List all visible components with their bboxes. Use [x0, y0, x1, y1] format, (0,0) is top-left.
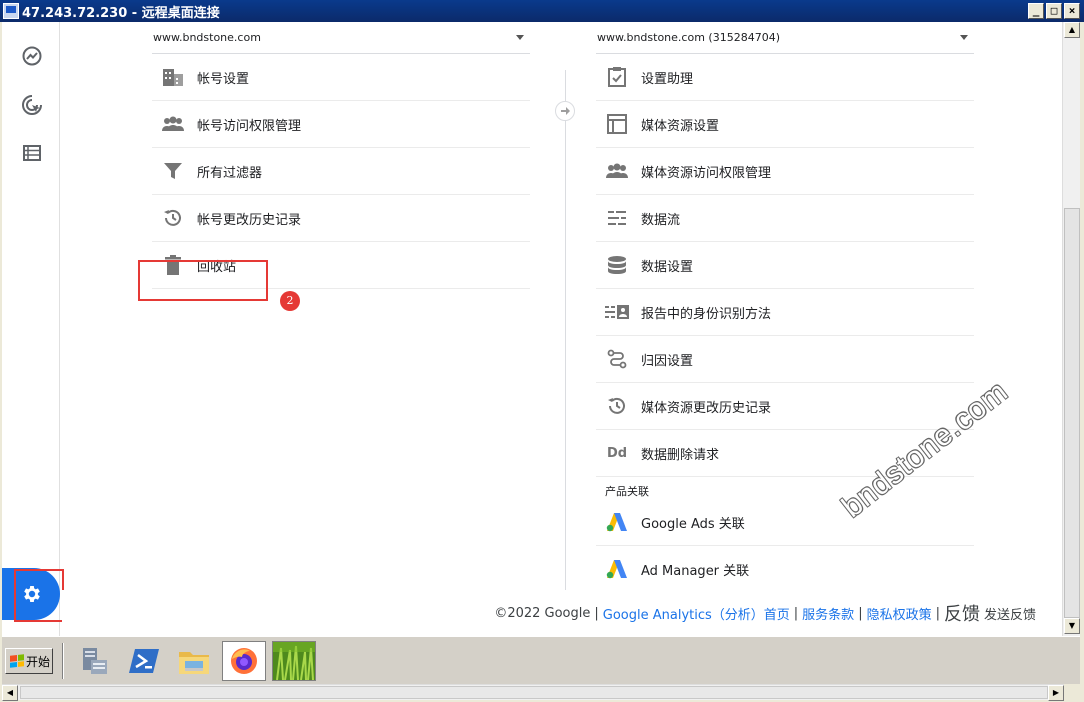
footer-separator: |	[594, 605, 599, 621]
annotation-box-1	[14, 569, 64, 622]
menu-item-ad-manager-link[interactable]: Ad Manager 关联	[596, 546, 974, 593]
reports-list-icon[interactable]	[20, 141, 44, 165]
terms-link[interactable]: 服务条款	[802, 604, 854, 623]
chevron-down-icon	[960, 35, 968, 40]
window-titlebar: 47.243.72.230 - 远程桌面连接 _ □ ×	[0, 0, 1084, 22]
privacy-link[interactable]: 隐私权政策	[867, 604, 932, 623]
remote-desktop-icon	[3, 3, 19, 19]
close-button[interactable]: ×	[1064, 3, 1080, 19]
advertising-icon[interactable]	[20, 93, 44, 117]
scrollbar-corner	[1064, 684, 1080, 700]
menu-item-label: 帐号访问权限管理	[197, 118, 302, 134]
checklist-icon	[605, 65, 629, 89]
menu-item-label: 设置助理	[641, 71, 694, 87]
browser-content: 1 www.bndstone.com 帐号设置 帐号访问权限管理 所有过滤器 帐…	[2, 22, 1062, 636]
annotation-box-2	[138, 260, 268, 301]
menu-item-attribution-settings[interactable]: 归因设置	[596, 336, 974, 383]
scroll-up-button[interactable]: ▲	[1064, 22, 1080, 38]
footer-separator: |	[793, 605, 799, 621]
property-selector-value: www.bndstone.com (315284704)	[597, 31, 780, 44]
database-icon	[605, 253, 629, 277]
server-manager-icon[interactable]	[72, 641, 116, 681]
nav-rail	[2, 22, 60, 636]
send-feedback-link[interactable]: 发送反馈	[984, 604, 1036, 623]
scroll-right-button[interactable]: ▶	[1048, 685, 1064, 701]
property-column: www.bndstone.com (315284704) 设置助理 媒体资源设置…	[596, 22, 974, 593]
menu-item-data-streams[interactable]: 数据流	[596, 195, 974, 242]
property-selector[interactable]: www.bndstone.com (315284704)	[596, 22, 974, 54]
analytics-home-link[interactable]: Google Analytics（分析）首页	[603, 604, 790, 623]
menu-item-account-settings[interactable]: 帐号设置	[152, 54, 530, 101]
footer-separator: |	[858, 605, 863, 621]
menu-item-reporting-identity[interactable]: 报告中的身份识别方法	[596, 289, 974, 336]
account-selector-value: www.bndstone.com	[153, 31, 261, 44]
footer-separator: |	[935, 605, 940, 621]
menu-item-all-filters[interactable]: 所有过滤器	[152, 148, 530, 195]
windows-flag-icon	[10, 654, 24, 668]
menu-item-label: 归因设置	[641, 353, 694, 369]
building-icon	[161, 65, 185, 89]
product-links-heading: 产品关联	[605, 485, 649, 498]
menu-item-setup-assistant[interactable]: 设置助理	[596, 54, 974, 101]
menu-item-account-access[interactable]: 帐号访问权限管理	[152, 101, 530, 148]
dd-icon: Dd	[606, 445, 628, 461]
taskbar-separator	[62, 643, 64, 679]
menu-item-property-access[interactable]: 媒体资源访问权限管理	[596, 148, 974, 195]
feedback-large-label[interactable]: 反馈	[944, 600, 980, 626]
menu-item-label: 媒体资源访问权限管理	[641, 165, 772, 181]
people-icon	[161, 112, 185, 136]
menu-item-property-history[interactable]: 媒体资源更改历史记录	[596, 383, 974, 430]
menu-item-label: 媒体资源设置	[641, 118, 720, 134]
scroll-left-button[interactable]: ◀	[2, 685, 18, 701]
menu-item-account-history[interactable]: 帐号更改历史记录	[152, 195, 530, 242]
menu-item-label: 数据流	[641, 212, 681, 228]
google-ads-icon	[605, 557, 629, 581]
annotation-badge-2: 2	[280, 291, 300, 311]
taskbar: 开始	[2, 636, 1080, 684]
window-icon	[605, 112, 629, 136]
menu-item-data-settings[interactable]: 数据设置	[596, 242, 974, 289]
arrow-right-icon	[555, 101, 575, 121]
menu-item-label: 报告中的身份识别方法	[641, 306, 772, 322]
scroll-thumb[interactable]	[1064, 208, 1080, 618]
menu-item-label: 帐号更改历史记录	[197, 212, 302, 228]
identity-icon	[605, 300, 629, 324]
start-button[interactable]: 开始	[5, 648, 53, 674]
menu-item-label: 数据设置	[641, 259, 694, 275]
chevron-down-icon	[516, 35, 524, 40]
hscroll-thumb[interactable]	[20, 686, 1048, 699]
powershell-icon[interactable]	[122, 641, 166, 681]
menu-item-google-ads-link[interactable]: Google Ads 关联	[596, 499, 974, 546]
copyright: ©2022 Google	[494, 605, 591, 621]
vertical-scrollbar[interactable]: ▲ ▼	[1062, 22, 1080, 636]
menu-item-property-settings[interactable]: 媒体资源设置	[596, 101, 974, 148]
menu-item-label: 数据删除请求	[641, 447, 720, 463]
history-icon	[161, 206, 185, 230]
maximize-button[interactable]: □	[1046, 3, 1062, 19]
menu-item-label: 媒体资源更改历史记录	[641, 400, 772, 416]
menu-item-label: Google Ads 关联	[641, 516, 745, 532]
window-title: 47.243.72.230 - 远程桌面连接	[22, 5, 220, 21]
firefox-icon[interactable]	[222, 641, 266, 681]
account-selector[interactable]: www.bndstone.com	[152, 22, 530, 54]
file-explorer-icon[interactable]	[172, 641, 216, 681]
stream-icon	[605, 206, 629, 230]
account-column: www.bndstone.com 帐号设置 帐号访问权限管理 所有过滤器 帐号更…	[152, 22, 530, 289]
grass-image-icon[interactable]	[272, 641, 316, 681]
filter-icon	[161, 159, 185, 183]
menu-item-label: Ad Manager 关联	[641, 563, 750, 579]
analytics-icon[interactable]	[20, 44, 44, 68]
menu-item-label: 帐号设置	[197, 71, 250, 87]
column-divider	[565, 70, 566, 590]
menu-item-label: 所有过滤器	[197, 165, 263, 181]
people-icon	[605, 159, 629, 183]
attribution-icon	[605, 347, 629, 371]
start-label: 开始	[26, 654, 51, 669]
history-icon	[605, 394, 629, 418]
horizontal-scrollbar[interactable]: ◀ ▶	[2, 684, 1064, 701]
minimize-button[interactable]: _	[1028, 3, 1044, 19]
scroll-down-button[interactable]: ▼	[1064, 618, 1080, 634]
page-footer: ©2022 Google | Google Analytics（分析）首页 | …	[62, 590, 1062, 636]
google-ads-icon	[605, 510, 629, 534]
